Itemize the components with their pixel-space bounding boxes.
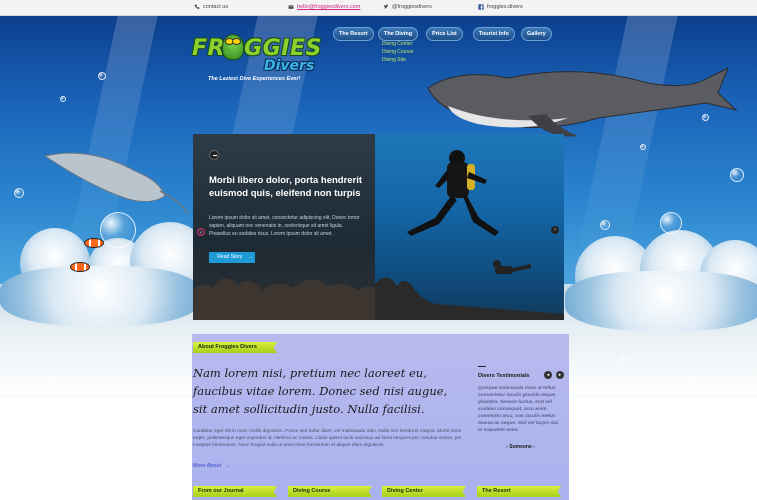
submenu-item-diving-center[interactable]: Diving Center [382, 40, 413, 48]
bubble [600, 220, 610, 230]
hero-diver-photo [375, 134, 564, 320]
nav-item-the-resort[interactable]: The Resort [333, 27, 374, 41]
bubble [690, 376, 698, 384]
bubble [48, 376, 53, 381]
bubble [640, 144, 646, 150]
ribbon-the-resort[interactable]: The Resort [477, 486, 561, 497]
twitter-label: @froggiesdivers [392, 4, 432, 10]
ribbon-from-our-journal[interactable]: From our Journal [193, 486, 277, 497]
ribbon-diving-course[interactable]: Diving Course [288, 486, 372, 497]
nav-item-gallery[interactable]: Gallery [521, 27, 552, 41]
envelope-icon [288, 5, 294, 9]
about-ribbon: About Froggies Divers [193, 342, 277, 353]
bubble [730, 168, 744, 182]
twitter-icon [383, 4, 389, 9]
slider-next-button[interactable]: › [551, 226, 559, 234]
bubble [620, 356, 625, 361]
arrow-right-icon: → [247, 254, 253, 260]
logo-tagline: The Laziest Dive Experiences Ever! [208, 76, 301, 82]
submenu-item-diving-course[interactable]: Diving Course [382, 48, 413, 56]
email-link[interactable]: hello@froggiesdivers.com [288, 4, 360, 10]
clownfish-illustration [70, 262, 90, 272]
about-body: Curabitur eget elit in nunc mollis digni… [193, 429, 462, 448]
email-label: hello@froggiesdivers.com [297, 4, 361, 10]
top-bar: contact us hello@froggiesdivers.com @fro… [0, 0, 757, 16]
bubble [110, 388, 116, 394]
more-about-link[interactable]: More About → [193, 463, 231, 469]
facebook-icon [478, 4, 484, 10]
frog-mascot-icon [222, 34, 244, 60]
testimonial-author: - Someone - [506, 444, 535, 450]
bubble [14, 188, 24, 198]
whale-illustration [427, 66, 738, 137]
ribbon-diving-center[interactable]: Diving Center [382, 486, 466, 497]
read-story-label: Read Story [217, 254, 243, 260]
about-heading: Nam lorem nisi, pretium nec laoreet eu, … [193, 366, 448, 416]
slide-indicator-icon[interactable] [209, 150, 219, 160]
wave-swirl [565, 271, 757, 331]
contact-label: contact us [203, 4, 229, 10]
chevron-right-icon: ▸ [558, 372, 562, 378]
diving-submenu: Diving Center Diving Course Diving Site [382, 40, 413, 64]
stingray-illustration [43, 152, 189, 215]
hero-body: Lorem ipsum dolor sit amet, consectetur … [209, 215, 360, 237]
logo-subword: Divers [264, 58, 315, 74]
testimonials-divider [478, 366, 486, 367]
bubble [98, 72, 106, 80]
phone-icon [194, 4, 200, 9]
reef-silhouette [193, 278, 375, 320]
slider-prev-button[interactable]: ‹ [197, 228, 205, 236]
testimonials-title: Divers Testimonials [478, 373, 530, 379]
coral-reef-image [375, 277, 564, 320]
chevron-left-icon: ◂ [546, 372, 550, 378]
nav-item-price-list[interactable]: Price List [426, 27, 463, 41]
nav-item-tourist-info[interactable]: Tourist Info [473, 27, 515, 41]
arrow-right-icon: → [225, 463, 231, 469]
twitter-link[interactable]: @froggiesdivers [383, 4, 432, 10]
more-about-label: More About [193, 463, 222, 469]
clownfish-illustration [84, 238, 104, 248]
testimonial-next-button[interactable]: ▸ [556, 371, 564, 379]
testimonial-quote: Quisque malesuada risus at tellus consec… [478, 386, 560, 433]
facebook-label: froggies.divers [487, 4, 523, 10]
chevron-left-icon: ‹ [200, 230, 202, 236]
testimonial-prev-button[interactable]: ◂ [544, 371, 552, 379]
chevron-right-icon: › [554, 227, 556, 233]
submenu-item-diving-site[interactable]: Diving Site [382, 56, 413, 64]
site-logo[interactable]: FROGGIES Divers The Laziest Dive Experie… [192, 34, 322, 90]
contact-link[interactable]: contact us [194, 4, 228, 10]
bubble [660, 212, 682, 234]
bubble [100, 212, 136, 248]
wave-swirl [0, 266, 200, 326]
hero-title: Morbi libero dolor, porta hendrerit euis… [209, 175, 363, 199]
read-story-button[interactable]: Read Story → [209, 252, 255, 263]
bubble [60, 96, 66, 102]
scuba-diver-image [407, 150, 499, 236]
nav-item-the-diving[interactable]: The Diving [378, 27, 419, 41]
facebook-link[interactable]: froggies.divers [478, 4, 523, 10]
